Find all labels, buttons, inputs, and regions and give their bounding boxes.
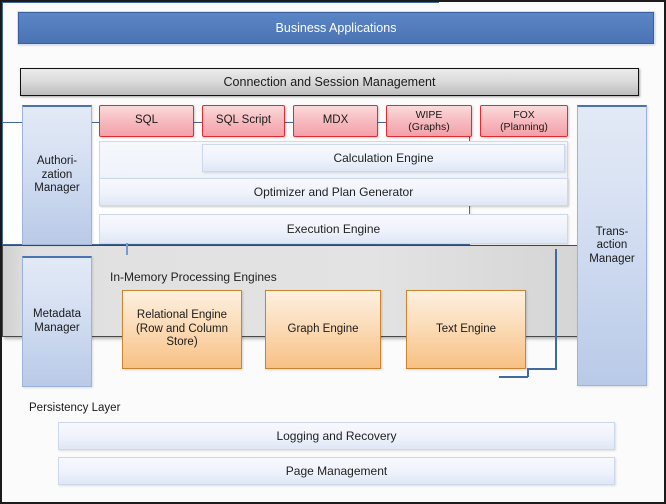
- fox-planning-box: FOX (Planning): [480, 105, 568, 137]
- text-engine-box: Text Engine: [406, 290, 526, 369]
- business-applications-label: Business Applications: [275, 20, 397, 35]
- calculation-engine-label: Calculation Engine: [333, 150, 434, 165]
- fox-planning-label: FOX (Planning): [500, 108, 548, 133]
- wipe-graphs-label: WIPE (Graphs): [408, 108, 450, 133]
- execution-engine-bar: Execution Engine: [99, 214, 568, 244]
- relational-engine-label: Relational Engine (Row and Column Store): [135, 309, 229, 349]
- optimizer-and-plan-generator-label: Optimizer and Plan Generator: [253, 184, 414, 199]
- connection-and-session-management-label: Connection and Session Management: [223, 74, 436, 89]
- authorization-manager-label: Authori-zation Manager: [34, 155, 80, 195]
- logging-and-recovery-bar: Logging and Recovery: [58, 422, 615, 450]
- transaction-manager-box: Trans-action Manager: [577, 105, 647, 386]
- metadata-manager-label: Metadata Manager: [33, 308, 81, 334]
- in-memory-outline-step-horizontal: [527, 368, 557, 370]
- optimizer-and-plan-generator-bar: Optimizer and Plan Generator: [99, 178, 568, 206]
- sql-box: SQL: [99, 105, 194, 137]
- business-applications-box: Business Applications: [18, 12, 654, 44]
- sql-script-box: SQL Script: [202, 105, 285, 137]
- authorization-manager-box: Authori-zation Manager: [22, 105, 92, 245]
- mdx-label: MDX: [322, 114, 349, 127]
- transaction-manager-label: Trans-action Manager: [589, 225, 635, 265]
- logging-and-recovery-label: Logging and Recovery: [276, 428, 397, 443]
- text-engine-label: Text Engine: [435, 322, 497, 335]
- in-memory-outline-right-edge: [555, 249, 557, 369]
- connection-and-session-management-bar: Connection and Session Management: [20, 68, 639, 96]
- in-memory-processing-engines-title: In-Memory Processing Engines: [110, 270, 277, 284]
- mdx-box: MDX: [293, 105, 378, 137]
- in-memory-outline-step-horizontal-lower: [499, 376, 528, 378]
- wipe-graphs-box: WIPE (Graphs): [386, 105, 472, 137]
- execution-engine-label: Execution Engine: [286, 221, 381, 236]
- calculation-engine-bar: Calculation Engine: [202, 144, 565, 172]
- sql-label: SQL: [134, 114, 158, 127]
- persistency-layer-title: Persistency Layer: [29, 402, 121, 414]
- graph-engine-label: Graph Engine: [287, 322, 359, 335]
- execution-engine-connector-tick: [126, 243, 128, 255]
- relational-engine-box: Relational Engine (Row and Column Store): [122, 290, 242, 369]
- architecture-diagram: Business Applications Connection and Ses…: [0, 0, 666, 504]
- sql-script-label: SQL Script: [215, 114, 272, 127]
- page-management-bar: Page Management: [58, 457, 615, 485]
- metadata-manager-box: Metadata Manager: [22, 256, 92, 387]
- page-management-label: Page Management: [285, 463, 388, 478]
- graph-engine-box: Graph Engine: [265, 290, 381, 369]
